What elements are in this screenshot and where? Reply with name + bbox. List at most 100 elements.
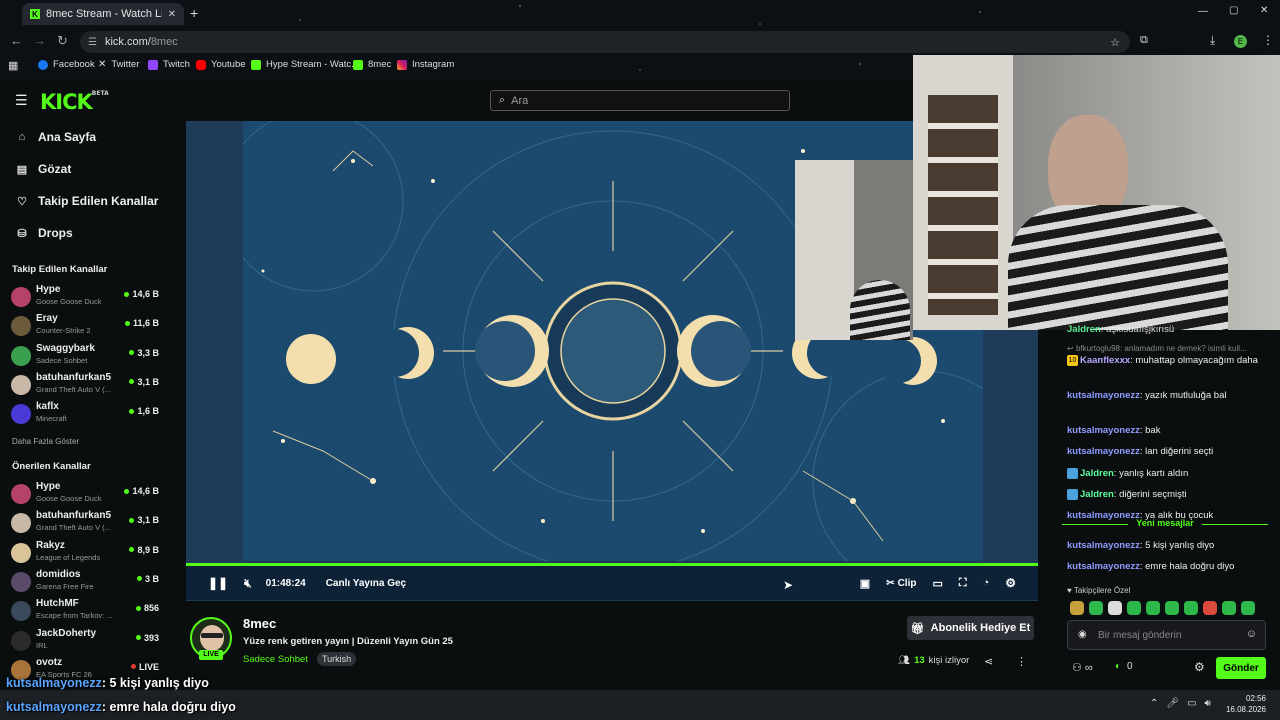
search-icon: ⌕ [499,94,506,106]
extensions-icon[interactable]: ⧉ [1140,34,1148,47]
new-tab-icon[interactable]: + [190,5,198,21]
chat-username[interactable]: kutsalmayonezz [1067,540,1140,551]
go-live-button[interactable]: Canlı Yayına Geç [326,578,406,589]
clip-button[interactable]: ✂ Clip [886,578,916,589]
downloads-icon[interactable]: ⤓ [1210,33,1215,48]
channel-points[interactable]: ◐ 0 [1115,661,1133,672]
bookmark-star-icon[interactable]: ☆ [1110,36,1120,49]
browser-tab[interactable]: K 8mec Stream - Watch Live on Kick ✕ [22,3,184,25]
channel-avatar [11,484,31,504]
emote-icon[interactable] [1222,601,1236,615]
pause-icon[interactable]: ❚❚ [208,576,228,590]
profile-avatar[interactable]: E [1234,35,1247,48]
taskbar-clock[interactable]: 02:56 16.08.2026 [1226,693,1266,715]
gift-subscription-button[interactable]: 🎁︎ Abonelik Hediye Et [907,616,1034,640]
chat-input-placeholder: Bir mesaj gönderin [1098,629,1182,641]
speed-icon[interactable]: ◔ [983,577,990,589]
followed-channel-item[interactable]: kaflx Minecraft 1,6 B [11,400,163,426]
show-more-link[interactable]: Daha Fazla Göster [12,437,79,446]
emote-icon[interactable] [1108,601,1122,615]
send-button[interactable]: Gönder [1216,657,1266,679]
reload-icon[interactable]: ↻ [57,33,68,49]
chat-settings-icon[interactable]: ⚙ [1194,660,1205,674]
search-input[interactable]: ⌕ Ara [490,90,790,111]
language-tag[interactable]: Turkish [317,652,357,666]
emote-icon[interactable] [1203,601,1217,615]
followed-channel-item[interactable]: Hype Goose Goose Duck 14,6 B [11,283,163,309]
followed-channel-item[interactable]: batuhanfurkan5 Grand Theft Auto V (... 3… [11,371,163,397]
menu-dots-icon[interactable]: ⋮ [1262,33,1274,47]
viewers-icon: 👥︎ [898,655,911,666]
nav-following[interactable]: ♡ Takip Edilen Kanallar [16,194,158,208]
apps-grid-icon[interactable]: ▦ [8,59,18,72]
recommended-channel-item[interactable]: Rakyz League of Legends 8,9 B [11,539,163,565]
emote-icon[interactable] [1127,601,1141,615]
emote-icon[interactable] [1184,601,1198,615]
bookmark-instagram[interactable]: Instagram [397,59,454,70]
recommended-channel-item[interactable]: Hype Goose Goose Duck 14,6 B [11,480,163,506]
followed-channel-item[interactable]: Eray Counter-Strike 2 11,6 B [11,312,163,338]
chat-text: : 5 kişi yanlış diyo [1139,540,1215,551]
kick-logo[interactable]: KICKBETA [40,90,109,114]
chat-username[interactable]: kutsalmayonezz [1067,446,1140,457]
bookmark-8mec[interactable]: 8mec [353,59,391,70]
bookmark-facebook[interactable]: Facebook [38,59,95,70]
site-info-icon[interactable]: ☰ [88,37,97,48]
followed-channel-item[interactable]: Swaggybark Sadece Sohbet 3,3 B [11,342,163,368]
fullscreen-icon[interactable]: ⛶ [959,577,967,590]
recommended-channel-item[interactable]: JackDoherty IRL 393 [11,627,163,653]
emoji-picker-icon[interactable]: ☺ [1246,628,1257,640]
chat-username[interactable]: kutsalmayonezz [1067,425,1140,436]
emote-icon[interactable] [1241,601,1255,615]
theater-mode-icon[interactable]: ▭ [932,577,942,590]
address-bar[interactable]: ☰ kick.com/8mec ☆ [80,31,1130,53]
recommended-channel-item[interactable]: HutchMF Escape from Tarkov: ... 856 [11,597,163,623]
chat-username[interactable]: Jaldren [1080,489,1114,500]
more-options-icon[interactable]: ⋮ [1016,655,1027,668]
overlay-text: : 5 kişi yanlış diyo [101,676,209,690]
bookmark-twitch[interactable]: Twitch [148,59,190,70]
recommended-channel-item[interactable]: batuhanfurkan5 Grand Theft Auto V (... 3… [11,509,163,535]
bookmark-hype-stream[interactable]: Hype Stream - Watc... [251,59,359,70]
nav-drops[interactable]: ⛁ Drops [16,226,72,240]
chat-username[interactable]: Kaanflexxx [1080,355,1130,366]
bookmark-label: Facebook [53,59,95,70]
community-icon[interactable]: ⚇ ∞ [1072,661,1093,674]
live-dot-icon [135,635,141,640]
nav-home[interactable]: ⌂ Ana Sayfa [16,130,96,144]
chat-username[interactable]: kutsalmayonezz [1067,390,1140,401]
recommended-channel-item[interactable]: domidios Garena Free Fire 3 B [11,568,163,594]
bookmark-twitter[interactable]: ✕ Twitter [98,59,139,70]
new-messages-divider[interactable]: Yeni mesajlar [1062,518,1268,532]
stream-category[interactable]: Sadece Sohbet [243,654,308,665]
emote-icon[interactable] [1089,601,1103,615]
close-window-icon[interactable]: ✕ [1260,5,1268,16]
chat-username[interactable]: Jaldren [1067,324,1101,335]
tab-close-icon[interactable]: ✕ [168,9,176,20]
emote-icon[interactable] [1070,601,1084,615]
streamer-name[interactable]: 8mec [243,616,276,631]
tray-icons[interactable]: ⌃🎤︎▭🔊︎ [1150,698,1219,709]
chat-message-input[interactable]: ◉ Bir mesaj gönderin ☺ [1067,620,1266,650]
recommended-channels-heading: Önerilen Kanallar [12,461,91,472]
forward-icon[interactable]: → [33,33,46,48]
miniplayer-icon[interactable]: ▣ [860,577,870,590]
hamburger-menu-icon[interactable]: ☰ [15,92,28,109]
maximize-icon[interactable]: ▢ [1229,5,1238,16]
nav-browse[interactable]: ▤ Gözat [16,162,72,176]
settings-gear-icon[interactable]: ⚙ [1005,576,1016,590]
share-icon[interactable]: ⋖ [984,655,993,668]
bookmark-youtube[interactable]: Youtube [196,59,246,70]
back-icon[interactable]: ← [10,33,23,48]
overlay-chat-line: kutsalmayonezz: emre hala doğru diyo [6,700,236,714]
chat-username[interactable]: kutsalmayonezz [1067,561,1140,572]
reply-text: bfkurtoglu98: anlamadım ne demek? isimli… [1075,344,1247,353]
clock-date: 16.08.2026 [1225,705,1266,714]
emote-icon[interactable] [1146,601,1160,615]
volume-muted-icon[interactable]: 🔇︎ [244,576,252,591]
followers-only-label: Takipçilere Özel [1073,586,1131,595]
chat-username[interactable]: Jaldren [1080,468,1114,479]
minimize-icon[interactable]: — [1198,6,1208,17]
channel-name: JackDoherty [36,627,97,639]
emote-icon[interactable] [1165,601,1179,615]
